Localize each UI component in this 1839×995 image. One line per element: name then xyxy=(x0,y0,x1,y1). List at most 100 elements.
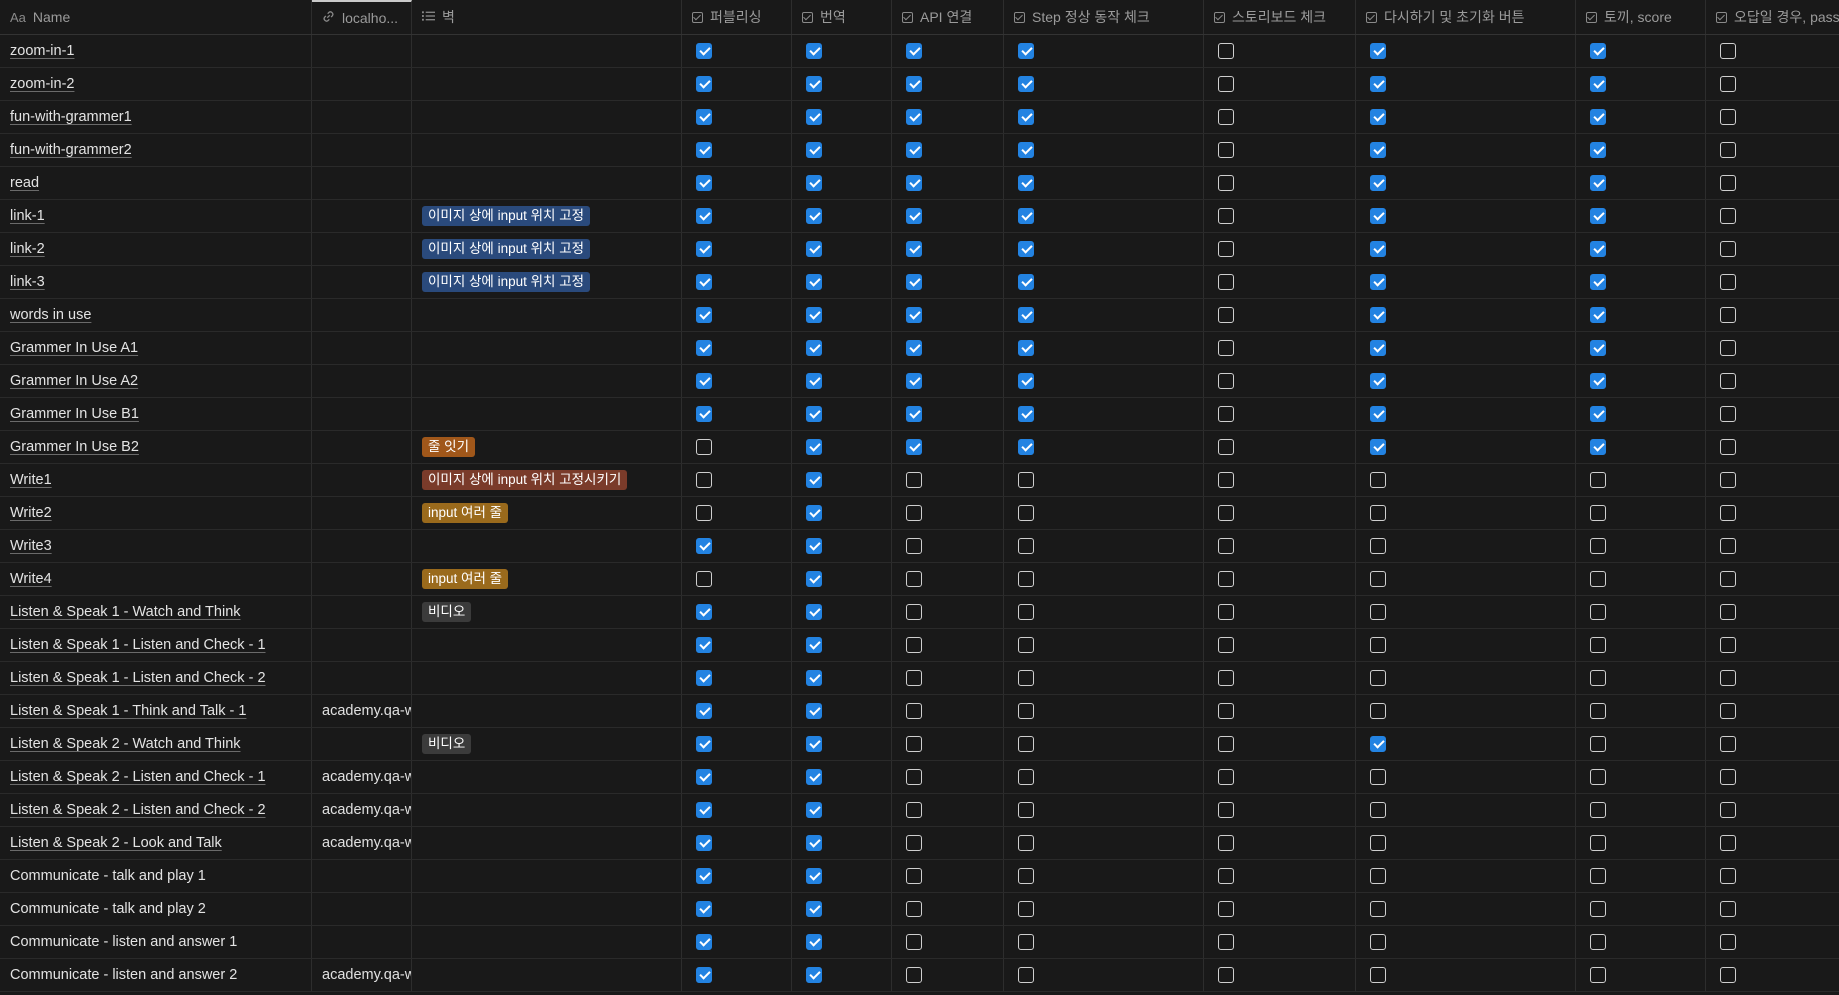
checkbox-unchecked[interactable] xyxy=(1590,505,1606,521)
url-cell[interactable]: academy.qa-w xyxy=(312,695,412,727)
url-cell[interactable] xyxy=(312,860,412,892)
name-cell[interactable]: Communicate - listen and answer 1 xyxy=(0,926,312,958)
checkbox-checked[interactable] xyxy=(806,571,822,587)
url-cell[interactable] xyxy=(312,926,412,958)
checkbox-unchecked[interactable] xyxy=(906,736,922,752)
name-cell[interactable]: Grammer In Use A1 xyxy=(0,332,312,364)
tag-cell[interactable]: 이미지 상에 input 위치 고정 xyxy=(412,200,682,232)
url-link[interactable]: academy.qa-w xyxy=(322,967,411,983)
checkbox-unchecked[interactable] xyxy=(1590,670,1606,686)
column-header-cb-7[interactable]: 토끼, score xyxy=(1576,0,1706,34)
checkbox-unchecked[interactable] xyxy=(1218,703,1234,719)
url-cell[interactable] xyxy=(312,365,412,397)
checkbox-checked[interactable] xyxy=(1370,142,1386,158)
checkbox-checked[interactable] xyxy=(806,802,822,818)
checkbox-checked[interactable] xyxy=(806,901,822,917)
checkbox-checked[interactable] xyxy=(906,43,922,59)
table-row[interactable]: fun-with-grammer2 xyxy=(0,134,1839,167)
checkbox-checked[interactable] xyxy=(696,604,712,620)
checkbox-unchecked[interactable] xyxy=(1218,340,1234,356)
checkbox-checked[interactable] xyxy=(1370,43,1386,59)
table-row[interactable]: Listen & Speak 2 - Watch and Think 비디오 xyxy=(0,728,1839,761)
checkbox-unchecked[interactable] xyxy=(1018,967,1034,983)
table-row[interactable]: Listen & Speak 1 - Watch and Think 비디오 xyxy=(0,596,1839,629)
checkbox-checked[interactable] xyxy=(696,967,712,983)
tag-cell[interactable]: 이미지 상에 input 위치 고정시키기 xyxy=(412,464,682,496)
checkbox-unchecked[interactable] xyxy=(1720,703,1736,719)
checkbox-unchecked[interactable] xyxy=(1018,505,1034,521)
name-cell[interactable]: fun-with-grammer1 xyxy=(0,101,312,133)
checkbox-unchecked[interactable] xyxy=(1720,109,1736,125)
checkbox-checked[interactable] xyxy=(696,175,712,191)
checkbox-unchecked[interactable] xyxy=(1720,241,1736,257)
checkbox-unchecked[interactable] xyxy=(1720,835,1736,851)
checkbox-unchecked[interactable] xyxy=(1218,802,1234,818)
url-cell[interactable] xyxy=(312,596,412,628)
checkbox-unchecked[interactable] xyxy=(1218,472,1234,488)
row-name-link[interactable]: Communicate - talk and play 2 xyxy=(10,901,206,917)
checkbox-unchecked[interactable] xyxy=(1370,571,1386,587)
table-row[interactable]: Listen & Speak 2 - Listen and Check - 2 a… xyxy=(0,794,1839,827)
checkbox-checked[interactable] xyxy=(1370,373,1386,389)
url-cell[interactable] xyxy=(312,101,412,133)
checkbox-unchecked[interactable] xyxy=(906,637,922,653)
checkbox-checked[interactable] xyxy=(806,307,822,323)
checkbox-checked[interactable] xyxy=(1018,76,1034,92)
name-cell[interactable]: Communicate - talk and play 2 xyxy=(0,893,312,925)
checkbox-unchecked[interactable] xyxy=(1018,835,1034,851)
checkbox-unchecked[interactable] xyxy=(1218,142,1234,158)
checkbox-checked[interactable] xyxy=(1018,43,1034,59)
checkbox-checked[interactable] xyxy=(906,175,922,191)
column-header-cb-3[interactable]: API 연결 xyxy=(892,0,1004,34)
checkbox-checked[interactable] xyxy=(906,307,922,323)
table-row[interactable]: Communicate - listen and answer 2 academy… xyxy=(0,959,1839,992)
checkbox-unchecked[interactable] xyxy=(1370,901,1386,917)
checkbox-unchecked[interactable] xyxy=(1590,736,1606,752)
checkbox-unchecked[interactable] xyxy=(1590,967,1606,983)
tag-cell[interactable] xyxy=(412,35,682,67)
url-cell[interactable] xyxy=(312,299,412,331)
table-row[interactable]: Write3 xyxy=(0,530,1839,563)
checkbox-unchecked[interactable] xyxy=(906,967,922,983)
table-row[interactable]: Listen & Speak 2 - Listen and Check - 1 a… xyxy=(0,761,1839,794)
checkbox-checked[interactable] xyxy=(696,670,712,686)
checkbox-checked[interactable] xyxy=(696,637,712,653)
checkbox-unchecked[interactable] xyxy=(1218,967,1234,983)
name-cell[interactable]: Write1 xyxy=(0,464,312,496)
url-cell[interactable] xyxy=(312,662,412,694)
checkbox-unchecked[interactable] xyxy=(1720,274,1736,290)
url-link[interactable]: academy.qa-w xyxy=(322,835,411,851)
checkbox-unchecked[interactable] xyxy=(1218,670,1234,686)
table-row[interactable]: read xyxy=(0,167,1839,200)
checkbox-unchecked[interactable] xyxy=(1018,703,1034,719)
checkbox-checked[interactable] xyxy=(806,967,822,983)
table-row[interactable]: Listen & Speak 1 - Think and Talk - 1 aca… xyxy=(0,695,1839,728)
url-cell[interactable]: academy.qa-w xyxy=(312,761,412,793)
tag-cell[interactable] xyxy=(412,167,682,199)
checkbox-unchecked[interactable] xyxy=(1218,868,1234,884)
tag-cell[interactable] xyxy=(412,530,682,562)
checkbox-unchecked[interactable] xyxy=(1370,637,1386,653)
checkbox-unchecked[interactable] xyxy=(696,439,712,455)
checkbox-checked[interactable] xyxy=(806,406,822,422)
checkbox-checked[interactable] xyxy=(1370,406,1386,422)
name-cell[interactable]: Listen & Speak 2 - Watch and Think xyxy=(0,728,312,760)
checkbox-unchecked[interactable] xyxy=(1218,736,1234,752)
checkbox-checked[interactable] xyxy=(806,703,822,719)
checkbox-unchecked[interactable] xyxy=(1590,703,1606,719)
table-row[interactable]: link-2 이미지 상에 input 위치 고정 xyxy=(0,233,1839,266)
checkbox-checked[interactable] xyxy=(906,406,922,422)
checkbox-unchecked[interactable] xyxy=(1218,835,1234,851)
checkbox-unchecked[interactable] xyxy=(1370,604,1386,620)
url-cell[interactable] xyxy=(312,497,412,529)
checkbox-unchecked[interactable] xyxy=(1720,802,1736,818)
checkbox-checked[interactable] xyxy=(906,208,922,224)
column-header-cb-2[interactable]: 번역 xyxy=(792,0,892,34)
checkbox-unchecked[interactable] xyxy=(1218,274,1234,290)
checkbox-checked[interactable] xyxy=(806,340,822,356)
row-name-link[interactable]: zoom-in-1 xyxy=(10,43,74,59)
checkbox-checked[interactable] xyxy=(696,142,712,158)
row-name-link[interactable]: Write2 xyxy=(10,505,52,521)
row-name-link[interactable]: words in use xyxy=(10,307,91,323)
checkbox-unchecked[interactable] xyxy=(1720,142,1736,158)
